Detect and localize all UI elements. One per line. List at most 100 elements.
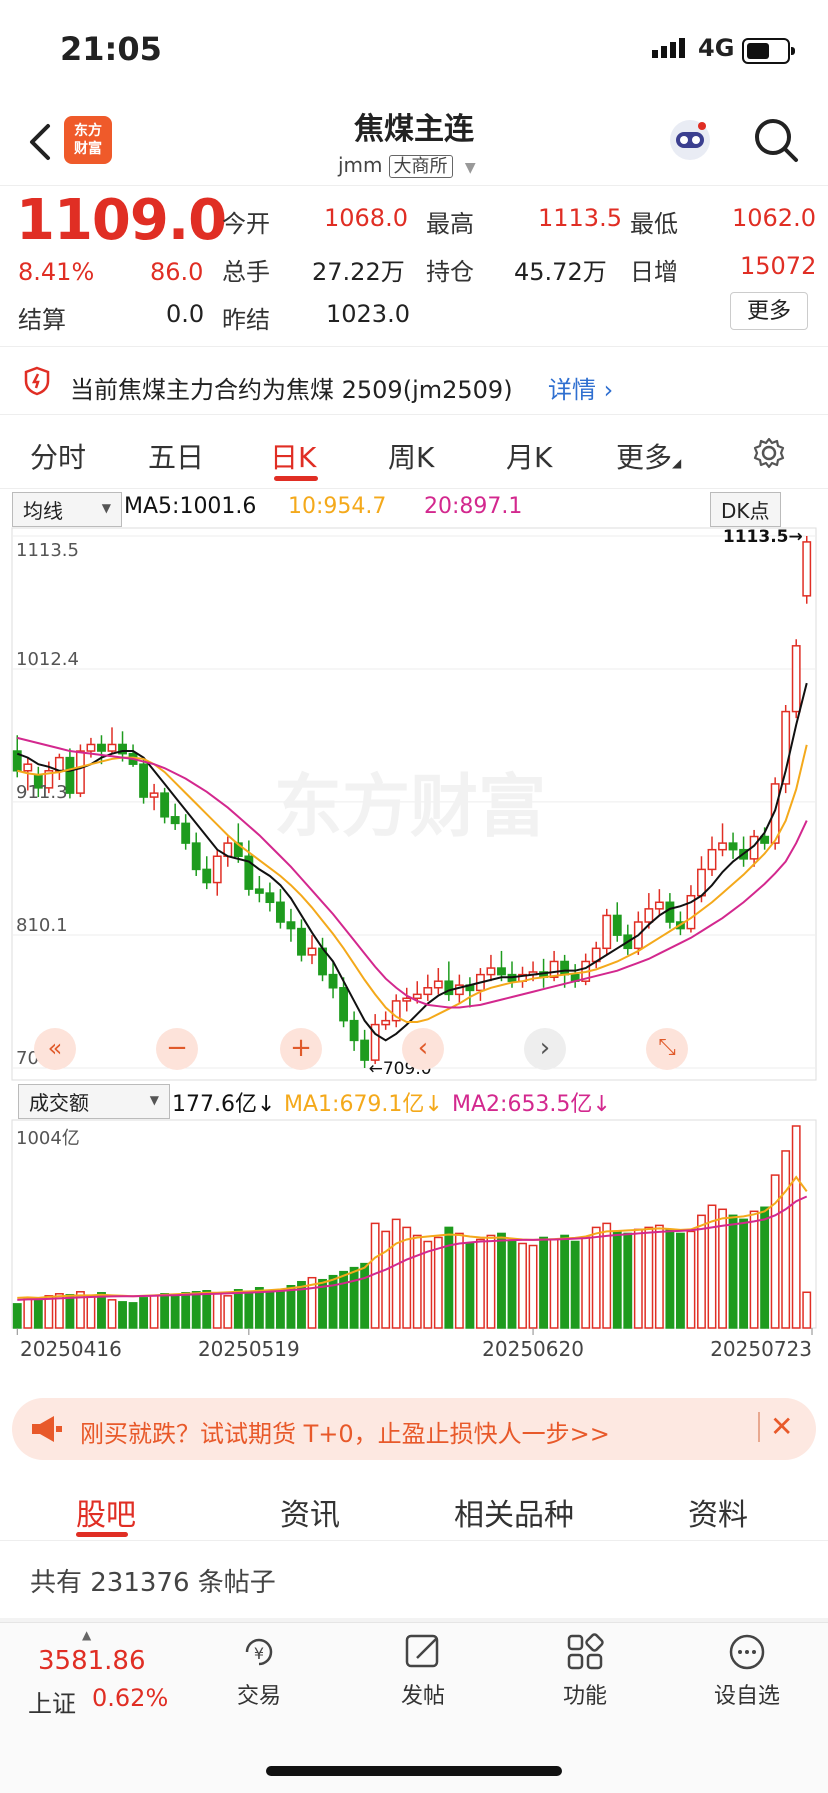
tab-intraday[interactable]: 分时	[30, 436, 86, 476]
candle-body	[360, 1039, 370, 1061]
shield-alert-icon	[24, 366, 50, 396]
candle-body	[486, 967, 496, 976]
volume-bar	[749, 1210, 759, 1329]
divider	[0, 414, 828, 415]
volume-bar	[23, 1297, 33, 1329]
candle-body	[170, 816, 180, 825]
prev-settle-label: 昨结	[222, 306, 270, 334]
tab-related[interactable]: 相关品种	[454, 1490, 574, 1534]
divider	[0, 346, 828, 347]
settle-label: 结算	[18, 306, 66, 334]
volume-bar	[254, 1287, 264, 1329]
candle-body	[307, 947, 317, 956]
volume-bar	[633, 1228, 643, 1329]
candle-body	[433, 980, 443, 989]
search-icon[interactable]	[752, 116, 800, 164]
daily-inc-label: 日增	[630, 258, 678, 286]
volume-bar	[444, 1226, 454, 1329]
volume-bar	[44, 1295, 54, 1329]
tab-daily-k[interactable]: 日K	[270, 436, 316, 476]
gear-icon[interactable]	[752, 436, 786, 470]
ma10-value: 10:954.7	[288, 494, 387, 519]
volume-bar	[549, 1238, 559, 1329]
more-dots-icon	[729, 1634, 765, 1670]
nav-post-label: 发帖	[400, 1684, 445, 1709]
volume-bar	[202, 1290, 212, 1329]
fullscreen-icon[interactable]: ⤡	[646, 1028, 688, 1070]
active-subtab-indicator	[76, 1532, 128, 1537]
date-label: 20250723	[710, 1337, 812, 1361]
tab-weekly-k[interactable]: 周K	[388, 436, 434, 476]
ma5-value: MA5:1001.6	[124, 494, 257, 519]
volume-bar	[223, 1295, 233, 1329]
volume-bar	[791, 1125, 801, 1329]
volume-bar	[360, 1262, 370, 1329]
close-icon[interactable]: ✕	[770, 1410, 793, 1443]
candle-body	[191, 842, 201, 871]
index-name: 上证	[28, 1690, 76, 1718]
more-quote-button[interactable]: 更多	[730, 292, 808, 330]
high-label: 最高	[426, 210, 474, 238]
edit-icon	[405, 1634, 439, 1668]
candle-body	[297, 927, 306, 956]
promo-text: 刚买就跌？试试期货 T+0，止盈止损快人一步>>	[80, 1420, 610, 1448]
volume-bar	[707, 1204, 717, 1329]
battery-icon	[742, 38, 795, 64]
tab-monthly-k[interactable]: 月K	[506, 436, 552, 476]
tab-five-day[interactable]: 五日	[148, 436, 204, 476]
change-value: 86.0	[150, 258, 204, 286]
volume-bar	[654, 1224, 664, 1329]
contract-subtitle[interactable]: jmm 大商所 ▼	[338, 152, 476, 178]
zoom-out-icon[interactable]: −	[156, 1028, 198, 1070]
nav-functions[interactable]: 功能	[530, 1632, 640, 1710]
trade-yen-icon: ¥	[245, 1638, 273, 1666]
nav-trade[interactable]: ¥ 交易	[204, 1632, 314, 1710]
tab-forum[interactable]: 股吧	[76, 1490, 136, 1534]
notice-detail-link[interactable]: 详情 ›	[548, 370, 613, 405]
svg-text:¥: ¥	[254, 1644, 264, 1663]
volume-bar	[107, 1299, 117, 1329]
candle-body	[212, 855, 222, 884]
ma5-line	[16, 682, 808, 1042]
scroll-right-icon[interactable]: ›	[524, 1028, 566, 1070]
tab-news[interactable]: 资讯	[280, 1490, 340, 1534]
last-price: 1109.0	[16, 188, 227, 253]
volume-bar	[339, 1270, 349, 1329]
volume-bar	[497, 1232, 506, 1329]
candle-body	[181, 822, 191, 844]
kline-chart[interactable]: 东方财富 1113.51012.4911.3810.1709.01113.5→←…	[0, 520, 828, 1380]
candle-body	[75, 750, 85, 794]
volume-bar	[686, 1230, 696, 1329]
volume-indicator-selector[interactable]: 成交额 ▼	[18, 1084, 170, 1119]
volume-bar	[433, 1236, 443, 1329]
robot-avatar-icon[interactable]	[666, 116, 714, 164]
tab-more[interactable]: 更多◢	[616, 436, 681, 476]
nav-add-watchlist[interactable]: 设自选	[692, 1632, 802, 1710]
candle-body	[412, 993, 422, 1000]
candle-body	[265, 892, 275, 904]
divider	[0, 1540, 828, 1541]
volume-bar	[454, 1232, 464, 1329]
price-tick-label: 1113.5	[16, 540, 79, 561]
volume-bar	[402, 1226, 412, 1329]
open-label: 今开	[222, 210, 270, 238]
volume-ma2-value: MA2:653.5亿	[452, 1092, 593, 1117]
index-value[interactable]: 3581.86	[38, 1646, 146, 1676]
volume-bar	[233, 1289, 243, 1329]
oi-value: 45.72万	[514, 258, 607, 286]
scroll-left-icon[interactable]: ‹	[402, 1028, 444, 1070]
volume-bar	[665, 1228, 675, 1329]
nav-post[interactable]: 发帖	[368, 1632, 478, 1710]
volume-max-label: 1004亿	[16, 1128, 80, 1149]
volume-label: 总手	[222, 258, 270, 286]
zoom-in-icon[interactable]: +	[280, 1028, 322, 1070]
caret-icon: ◢	[672, 456, 682, 470]
divider	[0, 488, 828, 489]
change-pct: 8.41%	[18, 258, 95, 286]
candle-body	[707, 848, 717, 871]
tab-profile[interactable]: 资料	[688, 1490, 748, 1534]
volume-bar	[760, 1206, 770, 1329]
scroll-left-fast-icon[interactable]: «	[34, 1028, 76, 1070]
prev-settle-value: 1023.0	[326, 300, 410, 328]
price-tick-label: 911.3	[16, 782, 68, 803]
